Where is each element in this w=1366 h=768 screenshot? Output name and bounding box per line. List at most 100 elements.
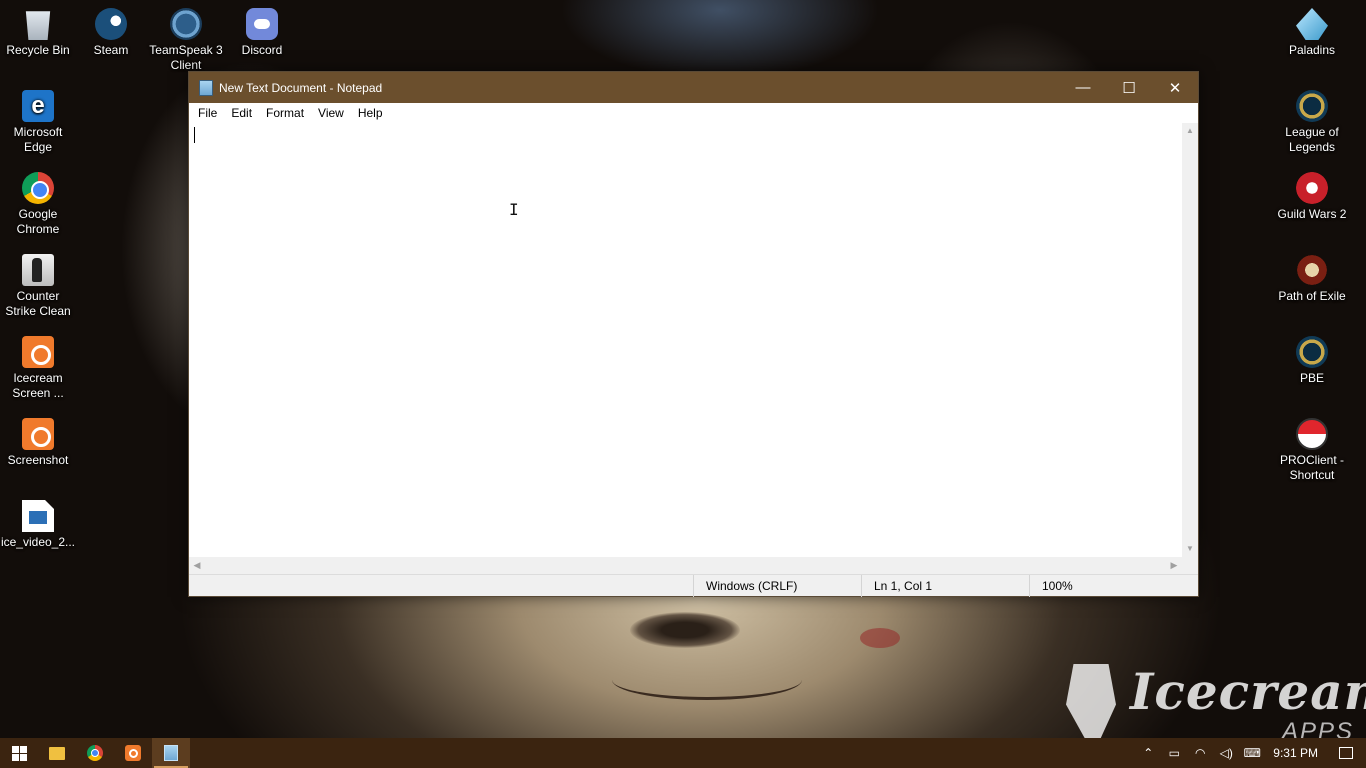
taskbar-icecream[interactable] [114,738,152,768]
desktop-icon-label: TeamSpeak 3 Client [149,43,223,72]
desktop-icon-edge[interactable]: e Microsoft Edge [0,90,76,155]
wallpaper-blush [860,628,900,648]
chrome-icon [22,172,54,204]
wifi-icon[interactable]: ◠ [1187,738,1213,768]
status-cursor-position: Ln 1, Col 1 [861,575,1029,597]
screenshot-icon [22,418,54,450]
menu-view[interactable]: View [311,103,351,123]
scroll-left-icon[interactable]: ◀ [189,557,205,574]
menu-edit[interactable]: Edit [224,103,259,123]
menu-help[interactable]: Help [351,103,390,123]
desktop-icon-pbe[interactable]: PBE [1274,336,1350,386]
pbe-icon [1296,336,1328,368]
paladins-icon [1296,8,1328,40]
desktop-icon-chrome[interactable]: Google Chrome [0,172,76,237]
clock[interactable]: 9:31 PM [1265,746,1326,760]
status-line-ending: Windows (CRLF) [693,575,861,597]
keyboard-icon[interactable]: ⌨ [1239,738,1265,768]
notification-icon [1339,747,1353,759]
path-of-exile-icon [1296,254,1328,286]
desktop-icon-label: Paladins [1288,43,1336,57]
desktop-icon-label: Steam [93,43,129,57]
desktop-icon-label: Guild Wars 2 [1277,207,1347,221]
file-explorer-icon [49,746,65,760]
desktop-icon-recycle-bin[interactable]: Recycle Bin [0,8,76,58]
desktop-icon-label: League of Legends [1285,125,1339,154]
icecream-screen-recorder-icon [22,336,54,368]
desktop-icon-label: ice_video_2... [0,535,76,549]
desktop-icon-steam[interactable]: Steam [73,8,149,58]
desktop-icon-teamspeak[interactable]: TeamSpeak 3 Client [148,8,224,73]
desktop-icon-label: Recycle Bin [6,43,70,57]
desktop-icon-label: Counter Strike Clean [5,289,71,318]
scroll-down-icon[interactable]: ▼ [1182,541,1198,557]
desktop-icon-proclient[interactable]: PROClient - Shortcut [1274,418,1350,483]
notepad-icon [199,79,213,96]
desktop-icon-screenshot[interactable]: Screenshot [0,418,76,468]
title-bar[interactable]: New Text Document - Notepad — ☐ ✕ [189,72,1198,103]
system-tray: ⌃ ▭ ◠ ◁) ⌨ 9:31 PM [1135,738,1366,768]
steam-icon [95,8,127,40]
chevron-up-icon[interactable]: ⌃ [1135,738,1161,768]
taskbar-chrome[interactable] [76,738,114,768]
notepad-window[interactable]: New Text Document - Notepad — ☐ ✕ File E… [188,71,1199,597]
desktop-icon-label: Icecream Screen ... [12,371,64,400]
start-button[interactable] [0,738,38,768]
ibeam-cursor-icon: I [509,200,519,219]
desktop-icon-paladins[interactable]: Paladins [1274,8,1350,58]
text-caret [194,127,195,143]
desktop-icon-path-of-exile[interactable]: Path of Exile [1274,254,1350,304]
menu-file[interactable]: File [191,103,224,123]
proclient-icon [1296,418,1328,450]
desktop-icon-label: Path of Exile [1278,289,1346,303]
wallpaper-mouth [612,660,802,700]
notification-button[interactable] [1326,738,1366,768]
maximize-button[interactable]: ☐ [1106,72,1152,103]
taskbar-file-explorer[interactable] [38,738,76,768]
scrollbar-corner [1182,557,1198,574]
icecream-screen-recorder-icon [125,745,141,761]
scroll-up-icon[interactable]: ▲ [1182,123,1198,139]
desktop-icon-league-of-legends[interactable]: League of Legends [1274,90,1350,155]
counter-strike-icon [22,254,54,286]
start-icon [11,745,27,761]
volume-icon[interactable]: ◁) [1213,738,1239,768]
edge-icon: e [22,90,54,122]
wallpaper-hair [560,0,880,80]
notepad-icon [164,745,178,761]
desktop-icon-counter-strike[interactable]: Counter Strike Clean [0,254,76,319]
status-zoom: 100% [1029,575,1198,597]
watermark-brand: Icecream [1130,662,1366,721]
desktop-icon-label: Google Chrome [16,207,60,236]
recycle-bin-icon [25,11,51,40]
scroll-right-icon[interactable]: ▶ [1166,557,1182,574]
minimize-button[interactable]: — [1060,72,1106,103]
video-file-icon [22,500,54,532]
taskbar: ⌃ ▭ ◠ ◁) ⌨ 9:31 PM [0,738,1366,768]
menu-format[interactable]: Format [259,103,311,123]
desktop-icon-icecream-screen[interactable]: Icecream Screen ... [0,336,76,401]
wallpaper-eye [630,612,740,648]
menu-bar: File Edit Format View Help [189,103,1198,123]
desktop-icon-label: Screenshot [7,453,69,467]
horizontal-scrollbar[interactable]: ◀ ▶ [189,557,1182,574]
desktop-icon-label: PBE [1299,371,1324,385]
desktop-icon-discord[interactable]: Discord [224,8,300,58]
guild-wars-2-icon [1296,172,1328,204]
vertical-scrollbar[interactable]: ▲ ▼ [1182,123,1198,557]
desktop-icon-label: Discord [241,43,283,57]
discord-icon [246,8,278,40]
desktop-icon-video-file[interactable]: ice_video_2... [0,500,76,550]
desktop-icon-label: PROClient - Shortcut [1279,453,1344,482]
taskbar-notepad[interactable] [152,738,190,768]
teamspeak-icon [170,8,202,40]
desktop-icon-guild-wars-2[interactable]: Guild Wars 2 [1274,172,1350,222]
text-editor[interactable] [189,123,1182,557]
chrome-icon [87,745,103,761]
desktop-icon-label: Microsoft Edge [13,125,63,154]
close-button[interactable]: ✕ [1152,72,1198,103]
battery-icon[interactable]: ▭ [1161,738,1187,768]
status-bar: Windows (CRLF) Ln 1, Col 1 100% [189,574,1198,597]
league-of-legends-icon [1296,90,1328,122]
window-title: New Text Document - Notepad [219,80,383,95]
